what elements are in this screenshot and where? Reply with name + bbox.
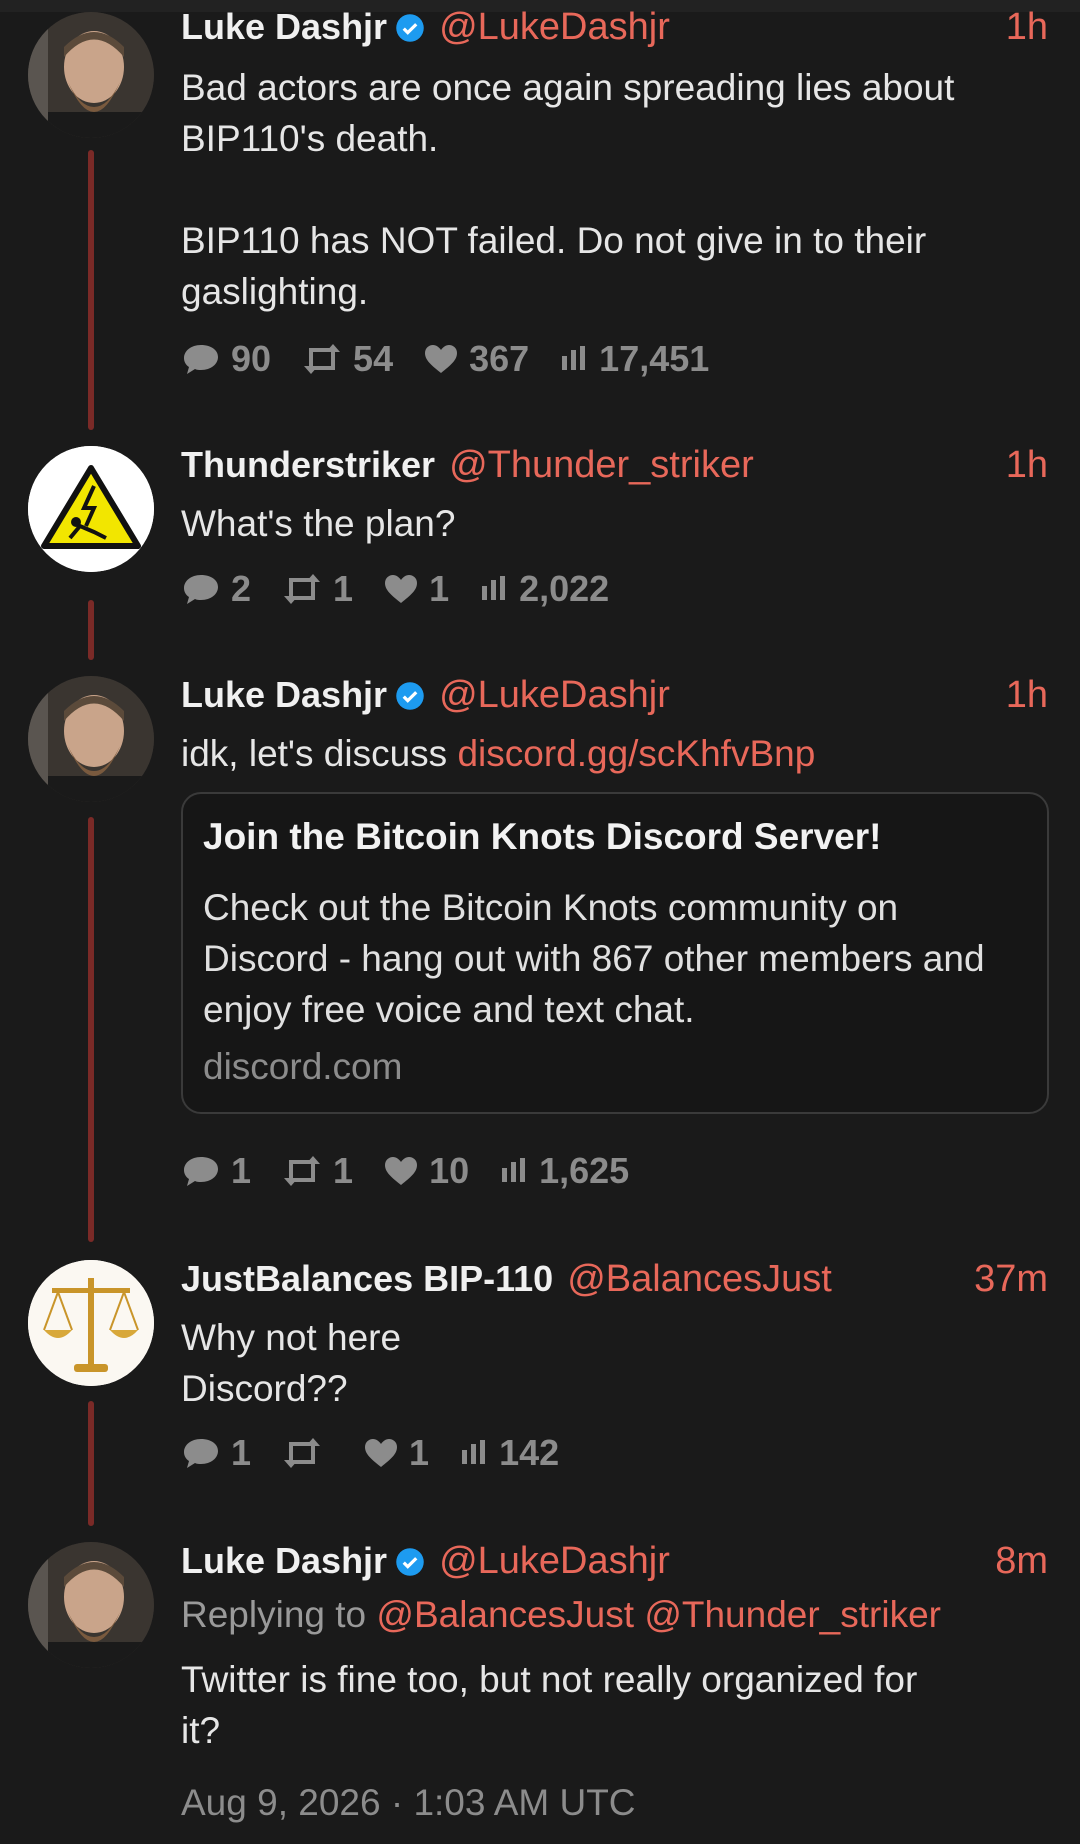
views-button[interactable]: 142: [459, 1432, 559, 1474]
tweet-time[interactable]: 37m: [974, 1258, 1048, 1301]
thread-line: [88, 600, 94, 660]
views-icon: [462, 1440, 486, 1464]
author-handle[interactable]: @BalancesJust: [567, 1258, 832, 1301]
tweet-stats: 2 1 1 2,022: [181, 568, 639, 610]
tweet-text: idk, let's discuss discord.gg/scKhfvBnp: [181, 728, 1040, 779]
thread-line: [88, 817, 94, 1242]
author-name[interactable]: Thunderstriker: [181, 444, 435, 486]
verified-icon: [396, 1548, 424, 1576]
comment-icon: [184, 1439, 218, 1468]
retweet-icon: [284, 574, 321, 604]
tweet-text: What's the plan?: [181, 503, 456, 544]
reply-button[interactable]: 2: [181, 568, 251, 610]
tweet-1[interactable]: Luke Dashjr @LukeDashjr 1h Bad actors ar…: [0, 0, 1080, 430]
heart-icon: [365, 1439, 398, 1467]
tweet-5[interactable]: Luke Dashjr @LukeDashjr 8m Replying to @…: [0, 1540, 1080, 1844]
author-name[interactable]: Luke Dashjr: [181, 1540, 387, 1582]
tweet-stats: 90 54 367 17,451: [181, 338, 739, 380]
card-domain: discord.com: [203, 1046, 403, 1087]
tweet-time[interactable]: 8m: [995, 1540, 1048, 1583]
views-icon: [482, 576, 506, 600]
tweet-stats: 1 1 142: [181, 1432, 589, 1474]
retweet-icon: [304, 344, 341, 374]
like-button[interactable]: 10: [383, 1150, 469, 1192]
mention-balancesjust[interactable]: @BalancesJust: [376, 1594, 634, 1635]
tweet-4[interactable]: JustBalances BIP-110 @BalancesJust 37m W…: [0, 1256, 1080, 1526]
author-name[interactable]: Luke Dashjr: [181, 674, 387, 716]
comment-icon: [184, 345, 218, 374]
author-name[interactable]: JustBalances BIP-110: [181, 1258, 553, 1300]
card-description: Check out the Bitcoin Knots community on…: [203, 887, 985, 1030]
like-button[interactable]: 367: [423, 338, 529, 380]
tweet-time[interactable]: 1h: [1006, 444, 1048, 487]
retweet-button[interactable]: [281, 1436, 333, 1470]
link-preview-card[interactable]: Join the Bitcoin Knots Discord Server! C…: [181, 792, 1049, 1114]
author-handle[interactable]: @LukeDashjr: [439, 1540, 670, 1583]
comment-icon: [184, 1157, 218, 1186]
thread-line: [88, 150, 94, 430]
author-name[interactable]: Luke Dashjr: [181, 6, 387, 48]
avatar-justbalances[interactable]: [28, 1260, 154, 1386]
tweet-text-prefix: idk, let's discuss: [181, 733, 458, 774]
retweet-button[interactable]: 1: [281, 568, 353, 610]
retweet-icon: [284, 1438, 321, 1468]
avatar-thunderstriker[interactable]: [28, 446, 154, 572]
views-button[interactable]: 2,022: [479, 568, 609, 610]
tweet-date[interactable]: Aug 9, 2026 · 1:03 AM UTC: [181, 1782, 636, 1824]
views-button[interactable]: 1,625: [499, 1150, 629, 1192]
tweet-text: Why not here Discord??: [181, 1317, 402, 1409]
retweet-button[interactable]: 54: [301, 338, 393, 380]
author-handle[interactable]: @LukeDashjr: [439, 6, 670, 49]
tweet-2[interactable]: Thunderstriker @Thunder_striker 1h What'…: [0, 440, 1080, 670]
author-handle[interactable]: @LukeDashjr: [439, 674, 670, 717]
avatar-luke[interactable]: [28, 1542, 154, 1668]
retweet-icon: [284, 1156, 321, 1186]
comment-icon: [184, 575, 218, 604]
heart-icon: [385, 1157, 418, 1185]
heart-icon: [425, 345, 458, 373]
avatar-luke[interactable]: [28, 676, 154, 802]
tweet-text: Twitter is fine too, but not really orga…: [181, 1659, 918, 1751]
views-button[interactable]: 17,451: [559, 338, 709, 380]
like-button[interactable]: 1: [363, 1432, 429, 1474]
verified-icon: [396, 682, 424, 710]
like-button[interactable]: 1: [383, 568, 449, 610]
avatar-luke[interactable]: [28, 12, 154, 138]
views-icon: [562, 346, 586, 370]
retweet-button[interactable]: 1: [281, 1150, 353, 1192]
thread-line: [88, 1401, 94, 1526]
replying-to: Replying to @BalancesJust @Thunder_strik…: [181, 1594, 941, 1635]
tweet-time[interactable]: 1h: [1006, 6, 1048, 49]
mention-thunder-striker[interactable]: @Thunder_striker: [644, 1594, 941, 1635]
tweet-stats: 1 1 10 1,625: [181, 1150, 659, 1192]
discord-link[interactable]: discord.gg/scKhfvBnp: [457, 733, 815, 774]
author-handle[interactable]: @Thunder_striker: [449, 444, 754, 487]
card-title: Join the Bitcoin Knots Discord Server!: [203, 816, 882, 857]
tweet-text: Bad actors are once again spreading lies…: [181, 67, 955, 312]
reply-button[interactable]: 90: [181, 338, 271, 380]
heart-icon: [385, 575, 418, 603]
views-icon: [502, 1158, 526, 1182]
reply-button[interactable]: 1: [181, 1150, 251, 1192]
tweet-3[interactable]: Luke Dashjr @LukeDashjr 1h idk, let's di…: [0, 672, 1080, 1242]
verified-icon: [396, 14, 424, 42]
reply-button[interactable]: 1: [181, 1432, 251, 1474]
tweet-time[interactable]: 1h: [1006, 674, 1048, 717]
